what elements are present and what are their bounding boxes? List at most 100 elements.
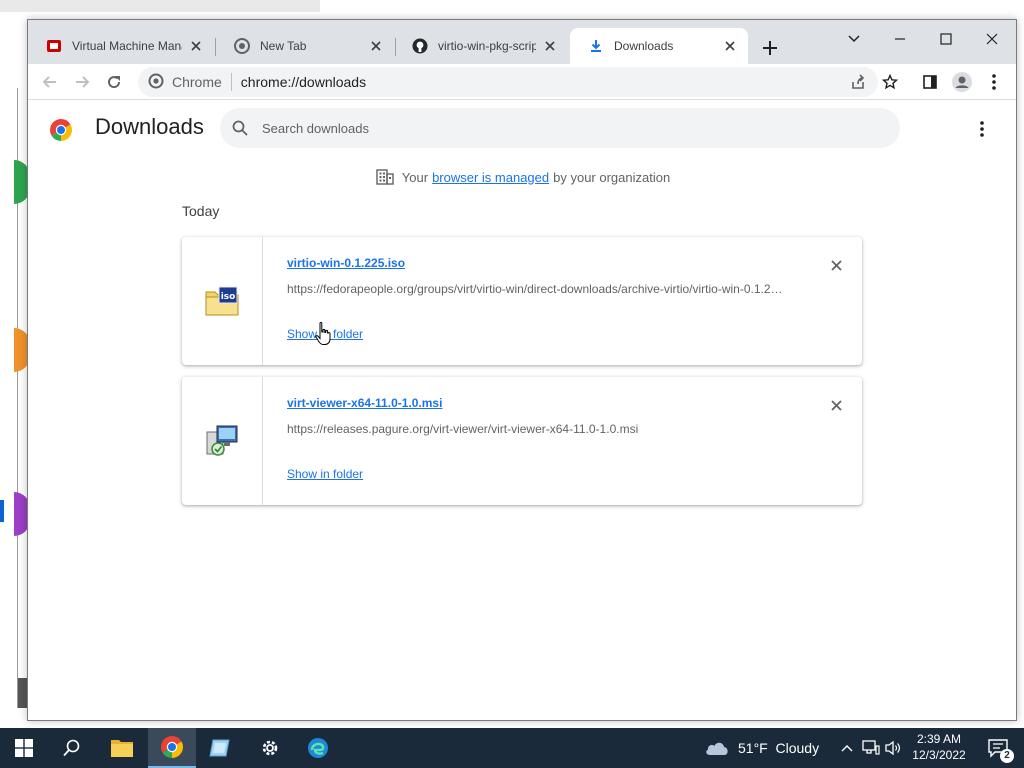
close-tab-icon[interactable] [542,38,558,54]
taskbar-settings[interactable] [246,728,294,768]
virt-viewer-icon [209,739,230,757]
tab-search-button[interactable] [832,24,876,54]
virt-manager-icon [46,38,62,54]
close-icon [830,399,842,411]
downloads-page: Downloads Your browser is managed by you… [28,101,1016,720]
search-downloads-box[interactable] [220,108,900,148]
taskbar-virt-viewer[interactable] [196,728,244,768]
start-button[interactable] [0,728,48,768]
minimize-button[interactable] [878,24,922,54]
volume-button[interactable] [882,728,904,768]
managed-text-prefix: Your [401,169,429,185]
bookmark-button[interactable] [876,68,904,96]
new-tab-button[interactable] [758,36,782,60]
managed-notice: Your browser is managed by your organiza… [28,169,1016,185]
date-heading: Today [182,203,220,219]
remove-download-button[interactable] [826,255,846,275]
reload-icon [108,76,121,89]
download-icon [588,38,604,54]
url-text[interactable]: chrome://downloads [241,74,366,90]
building-icon [376,169,394,185]
chrome-menu-button[interactable] [980,68,1008,96]
tab-new-tab[interactable]: New Tab [216,28,394,64]
minimize-icon [895,38,905,40]
address-bar[interactable]: Chrome chrome://downloads [138,67,878,97]
share-button[interactable] [844,68,872,96]
gear-icon [262,740,278,756]
more-vert-icon [980,121,984,137]
clock-date: 12/3/2022 [912,748,966,762]
taskbar-chrome[interactable] [148,728,196,768]
remove-download-button[interactable] [826,395,846,415]
close-tab-icon[interactable] [368,38,384,54]
download-source-url[interactable]: https://releases.pagure.org/virt-viewer/… [287,422,787,436]
svg-text:iso: iso [221,292,236,302]
windows-taskbar: 51°F Cloudy 2:39 AM 12/3/2022 2 [0,728,1024,768]
arrow-right-icon [76,76,90,88]
close-tab-icon[interactable] [188,38,204,54]
clock-time: 2:39 AM [916,732,962,746]
browser-managed-link[interactable]: browser is managed [432,170,549,185]
close-window-button[interactable] [970,24,1014,54]
iso-file-icon: iso [205,286,239,316]
arrow-left-icon [42,76,56,88]
tab-title: virtio-win-pkg-scripts [438,39,536,53]
tab-title: Downloads [614,39,674,53]
search-input[interactable] [262,120,862,136]
weather-condition: Cloudy [775,740,820,756]
taskbar-edge[interactable] [294,728,342,768]
weather-widget[interactable]: 51°F Cloudy [704,728,819,768]
background-window-edge [0,0,320,12]
network-button[interactable] [860,728,882,768]
tab-downloads[interactable]: Downloads [570,28,748,64]
show-in-folder-link[interactable]: Show in folder [287,327,363,341]
file-icon-cell [182,377,263,505]
forward-button[interactable] [68,68,96,96]
show-hidden-icons-button[interactable] [836,728,858,768]
page-title: Downloads [95,114,204,139]
chrome-icon [161,736,183,758]
download-file-name-link[interactable]: virt-viewer-x64-11.0-1.0.msi [287,396,442,410]
profile-avatar-icon [952,72,972,92]
system-clock[interactable]: 2:39 AM 12/3/2022 [906,731,972,763]
notification-center-button[interactable]: 2 [980,728,1016,768]
chevron-down-icon [848,35,860,43]
browser-toolbar: Chrome chrome://downloads [28,64,1016,100]
msi-installer-icon [206,425,238,456]
notification-count-badge: 2 [1000,749,1014,763]
file-icon-cell: iso [182,237,263,365]
windows-logo-icon [15,739,33,757]
downloads-more-actions-button[interactable] [970,117,994,141]
site-label: Chrome [172,74,222,90]
close-icon [986,33,998,45]
download-item: iso virtio-win-0.1.225.iso https://fedor… [182,237,862,365]
show-in-folder-link[interactable]: Show in folder [287,467,363,481]
folder-icon [111,740,133,757]
close-tab-icon[interactable] [722,38,738,54]
edge-icon [308,738,328,758]
search-icon [63,739,80,757]
tab-title: Virtual Machine Manager [72,39,182,53]
download-file-name-link[interactable]: virtio-win-0.1.225.iso [287,256,405,270]
reload-button[interactable] [100,68,128,96]
maximize-button[interactable] [924,24,968,54]
weather-temperature: 51°F [738,740,768,756]
downloads-header: Downloads [28,101,1016,157]
download-source-url[interactable]: https://fedorapeople.org/groups/virt/vir… [287,282,787,296]
tab-title: New Tab [260,39,307,53]
share-icon [852,74,865,89]
plus-icon [763,41,777,55]
tab-virtual-machine-manager[interactable]: Virtual Machine Manager [28,28,214,64]
desktop-selection-marker [0,500,4,522]
side-panel-button[interactable] [916,68,944,96]
profile-button[interactable] [948,68,976,96]
tab-virtio-win-pkg-scripts[interactable]: virtio-win-pkg-scripts [394,28,568,64]
download-item: virt-viewer-x64-11.0-1.0.msi https://rel… [182,377,862,505]
chrome-site-icon [148,73,164,92]
maximize-icon [940,33,952,45]
taskbar-search-button[interactable] [48,728,96,768]
github-icon [412,38,428,54]
search-icon [232,120,248,136]
taskbar-file-explorer[interactable] [98,728,146,768]
back-button[interactable] [36,68,64,96]
